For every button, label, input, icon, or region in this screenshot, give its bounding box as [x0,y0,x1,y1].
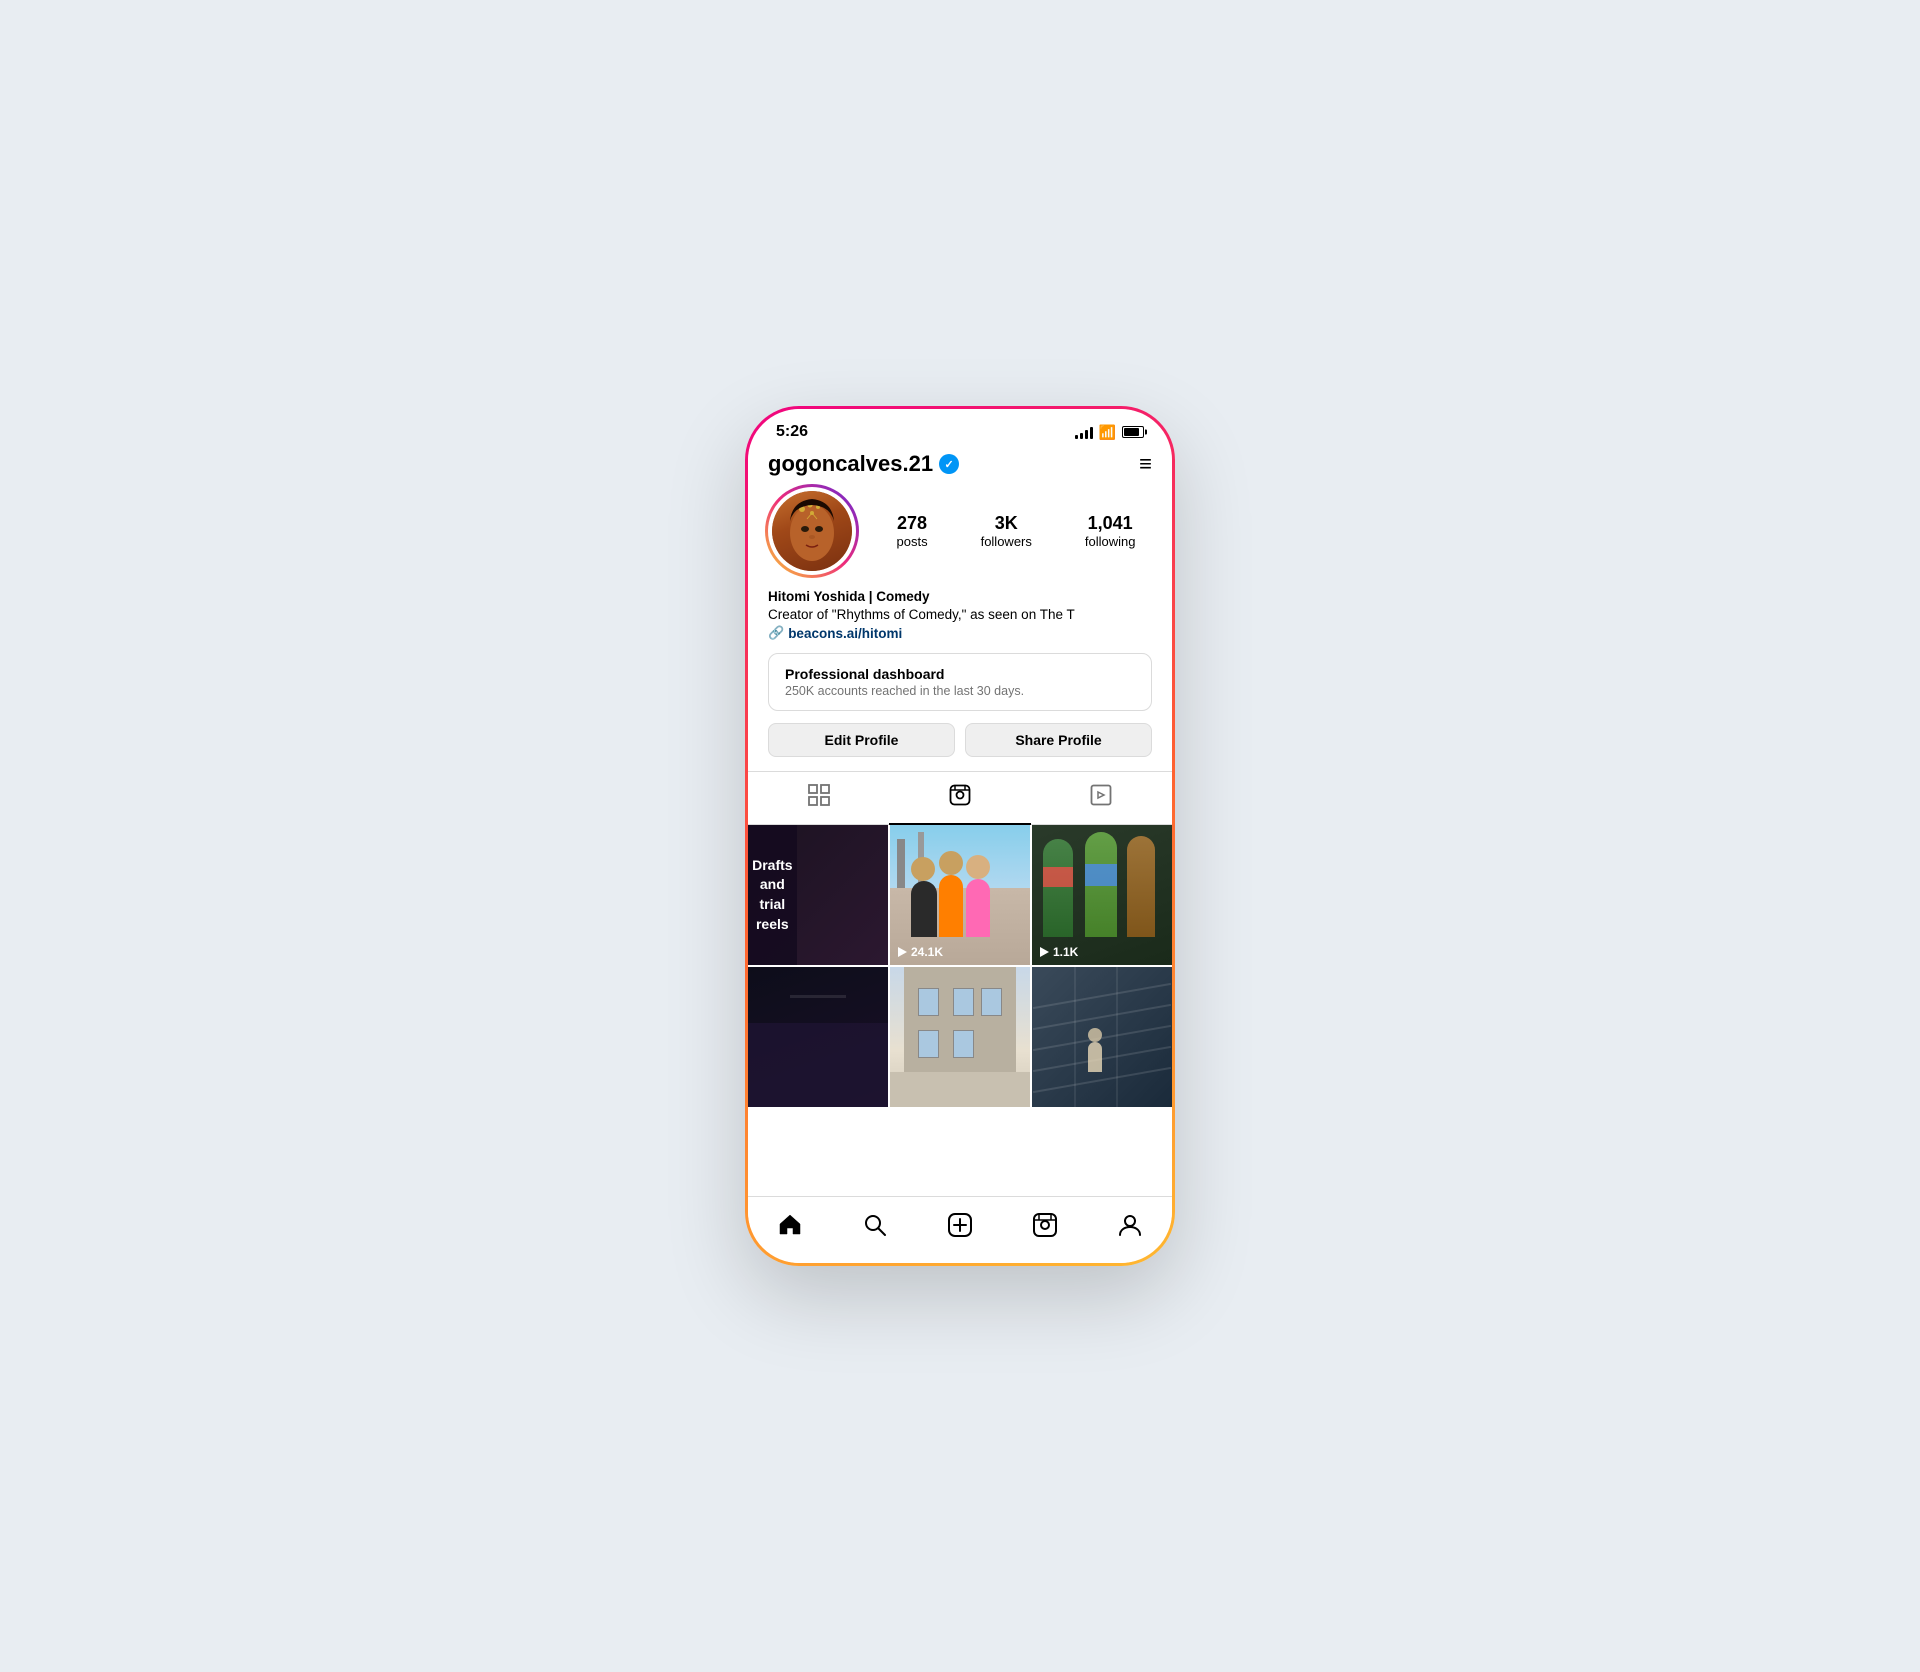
avatar-ring-inner [768,487,856,575]
tagged-icon [1090,784,1112,812]
bio-text: Creator of "Rhythms of Comedy," as seen … [768,607,1152,622]
grid-cell-outdoor[interactable] [890,967,1030,1107]
following-stat[interactable]: 1,041 following [1085,513,1136,549]
tab-tagged[interactable] [1031,772,1172,824]
grid-cell-drafts[interactable]: Drafts andtrial reels [748,825,888,965]
battery-icon [1122,426,1144,438]
grid-cell-people[interactable]: 1.1K [1032,825,1172,965]
bio-link-text: beacons.ai/hitomi [788,626,902,641]
nav-reels[interactable] [1025,1207,1065,1243]
status-bar: 5:26 📶 [748,409,1172,447]
profile-nav-icon [1117,1212,1143,1238]
bottom-nav [748,1196,1172,1263]
followers-count: 3K [995,513,1018,534]
stats-row: 278 posts 3K followers 1,041 following [880,513,1152,549]
action-buttons: Edit Profile Share Profile [748,723,1172,757]
avatar-container [768,487,856,575]
grid-cell-dark[interactable] [748,967,888,1107]
nav-search[interactable] [855,1207,895,1243]
status-time: 5:26 [776,423,808,441]
view-count-1: 24.1K [911,945,943,959]
tab-grid[interactable] [748,772,889,824]
reel-count-2: 1.1K [1038,945,1078,959]
wifi-icon: 📶 [1099,424,1116,441]
followers-label: followers [981,534,1032,549]
phone-wrapper: 5:26 📶 gogoncalves.21 [745,406,1175,1266]
share-profile-button[interactable]: Share Profile [965,723,1152,757]
followers-stat[interactable]: 3K followers [981,513,1032,549]
profile-top: 278 posts 3K followers 1,041 following [768,487,1152,575]
grid-cell-stairs[interactable] [1032,967,1172,1107]
nav-profile[interactable] [1110,1207,1150,1243]
posts-stat[interactable]: 278 posts [897,513,928,549]
username-row: gogoncalves.21 ✓ [768,451,959,477]
header: gogoncalves.21 ✓ ≡ [748,447,1172,487]
bio-name: Hitomi Yoshida | Comedy [768,589,1152,604]
phone-frame: 5:26 📶 gogoncalves.21 [745,406,1175,1266]
avatar[interactable] [772,491,852,571]
profile-section: 278 posts 3K followers 1,041 following [748,487,1172,641]
drafts-overlay[interactable]: Drafts andtrial reels [748,825,797,965]
phone-screen: 5:26 📶 gogoncalves.21 [748,409,1172,1263]
create-icon [947,1212,973,1238]
link-icon: 🔗 [768,625,784,641]
following-count: 1,041 [1088,513,1133,534]
pro-dashboard-subtitle: 250K accounts reached in the last 30 day… [785,684,1135,698]
content-area: Drafts andtrial reels [748,825,1172,1196]
grid-cell-street[interactable]: 24.1K [890,825,1030,965]
home-icon [777,1212,803,1238]
reels-nav-icon [1032,1212,1058,1238]
pro-dashboard[interactable]: Professional dashboard 250K accounts rea… [768,653,1152,711]
menu-icon[interactable]: ≡ [1139,451,1152,477]
verified-badge: ✓ [939,454,959,474]
username: gogoncalves.21 [768,451,933,477]
nav-home[interactable] [770,1207,810,1243]
signal-icon [1075,425,1093,439]
posts-label: posts [897,534,928,549]
nav-create[interactable] [940,1207,980,1243]
posts-count: 278 [897,513,927,534]
status-icons: 📶 [1075,424,1144,441]
search-icon [862,1212,888,1238]
reels-icon [949,784,971,812]
tabs [748,771,1172,825]
avatar-ring [765,484,859,578]
drafts-text: Drafts andtrial reels [748,856,797,934]
grid-container: Drafts andtrial reels [748,825,1172,1107]
tab-reels[interactable] [889,772,1030,824]
reel-count-1: 24.1K [896,945,943,959]
bio-link[interactable]: 🔗 beacons.ai/hitomi [768,625,1152,641]
grid-icon [808,784,830,812]
edit-profile-button[interactable]: Edit Profile [768,723,955,757]
pro-dashboard-title: Professional dashboard [785,666,1135,682]
following-label: following [1085,534,1136,549]
view-count-2: 1.1K [1053,945,1078,959]
